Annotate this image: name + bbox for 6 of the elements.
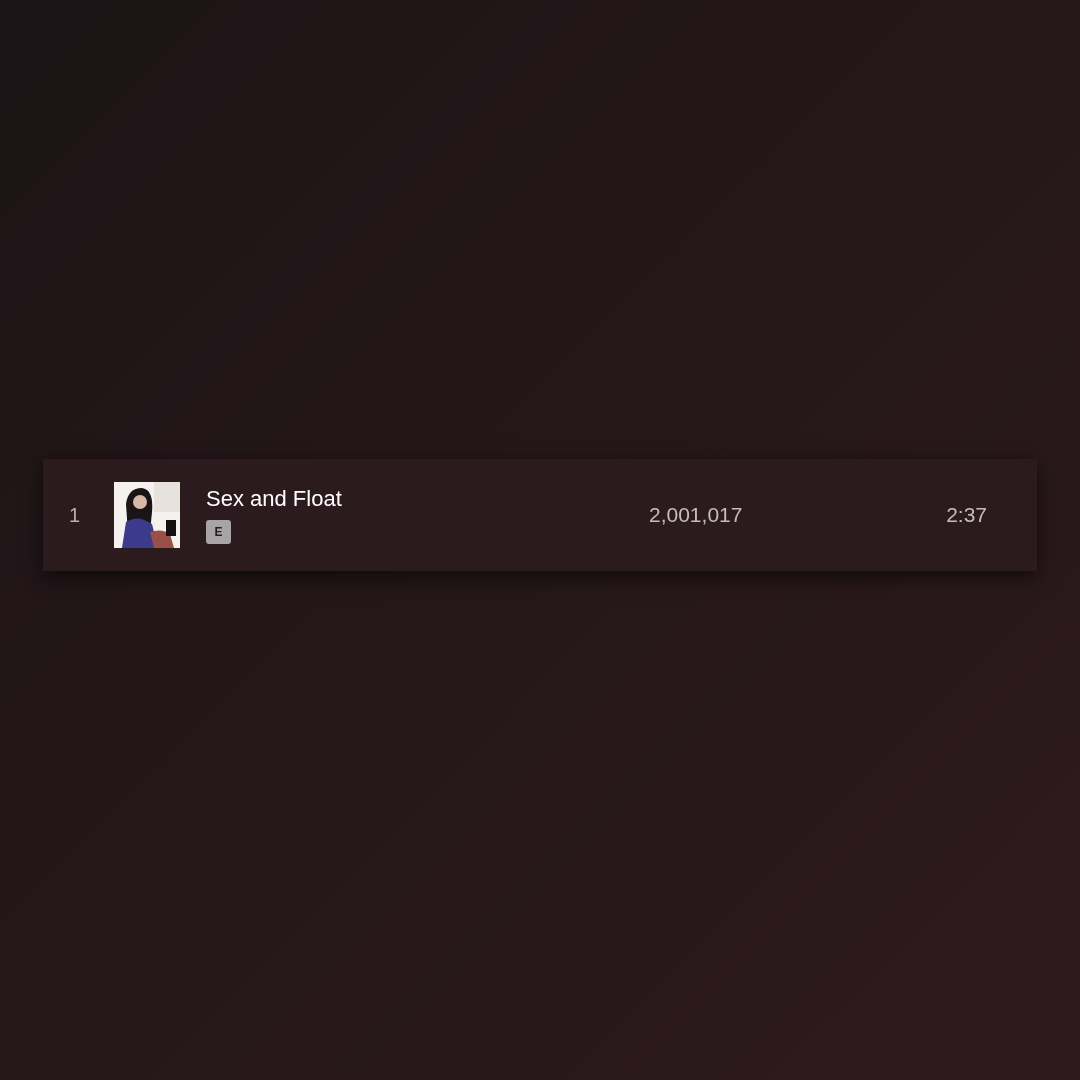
track-duration: 2:37 xyxy=(946,502,987,529)
play-count: 2,001,017 xyxy=(649,502,743,529)
track-title[interactable]: Sex and Float xyxy=(206,486,606,512)
track-row[interactable]: 1 Sex and Float E 2,001,017 2:37 xyxy=(43,459,1037,571)
track-number: 1 xyxy=(67,503,80,528)
explicit-badge: E xyxy=(206,520,231,544)
